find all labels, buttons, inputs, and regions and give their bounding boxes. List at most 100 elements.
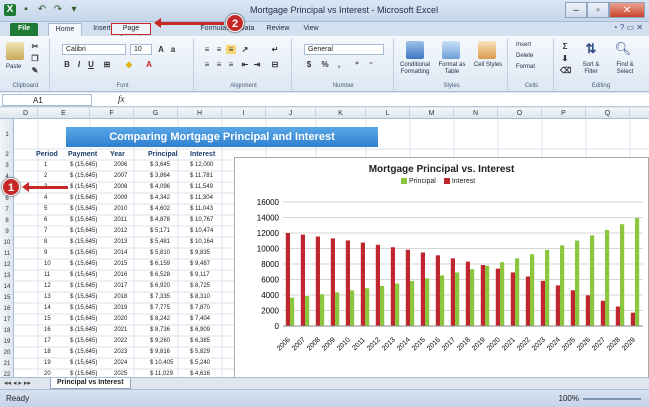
table-cell[interactable]: $ 4,342 [150, 195, 170, 201]
align-right-icon[interactable]: ≡ [226, 60, 236, 69]
bar-interest-2023[interactable] [540, 280, 545, 326]
row-header[interactable]: 3 [0, 161, 14, 172]
bold-icon[interactable]: B [62, 60, 72, 69]
table-cell[interactable]: $ (15,645) [70, 272, 97, 278]
bar-interest-2018[interactable] [465, 261, 470, 326]
undo-icon[interactable]: ↶ [36, 4, 48, 16]
conditional-formatting-button[interactable]: Conditional Formatting [396, 62, 434, 76]
bar-principal-2006[interactable] [290, 297, 295, 326]
bar-principal-2009[interactable] [335, 292, 340, 326]
format-as-table-icon[interactable] [442, 41, 460, 59]
sheet-nav-arrows-icon[interactable]: ◂◂ ◂ ▸ ▸▸ [4, 378, 31, 389]
tab-review[interactable]: Review [264, 23, 292, 36]
table-cell[interactable]: $ 8,725 [190, 283, 210, 289]
help-icon[interactable]: ◔ ? ▭ ✕ [613, 23, 643, 32]
cell-styles-button[interactable]: Cell Styles [472, 62, 504, 69]
bar-interest-2016[interactable] [435, 255, 440, 326]
decrease-indent-icon[interactable]: ⇤ [240, 60, 250, 69]
bar-principal-2017[interactable] [455, 272, 460, 326]
tab-home[interactable]: Home [48, 23, 82, 36]
row-header[interactable]: 20 [0, 348, 14, 359]
tab-file[interactable]: File [10, 23, 38, 36]
table-cell[interactable]: $ (15,645) [70, 206, 97, 212]
table-cell[interactable]: $ 4,878 [150, 217, 170, 223]
row-header[interactable]: 12 [0, 260, 14, 271]
table-cell[interactable]: $ 10,405 [150, 360, 173, 366]
table-cell[interactable]: 9 [44, 250, 47, 256]
table-cell[interactable]: 5 [44, 206, 47, 212]
table-header[interactable]: Payment [68, 151, 97, 158]
table-header[interactable]: Period [36, 151, 58, 158]
column-header[interactable]: I [222, 108, 266, 119]
bar-interest-2024[interactable] [555, 285, 560, 326]
bar-interest-2020[interactable] [495, 268, 500, 326]
copy-icon[interactable]: ❐ [30, 54, 40, 63]
bar-principal-2018[interactable] [470, 269, 475, 326]
tab-page-layout[interactable]: Page Layout [111, 23, 151, 42]
table-cell[interactable]: $ 9,835 [190, 250, 210, 256]
table-cell[interactable]: 11 [44, 272, 50, 278]
table-cell[interactable]: 12 [44, 283, 51, 289]
column-header[interactable]: J [266, 108, 316, 119]
bar-principal-2010[interactable] [350, 290, 355, 326]
table-cell[interactable]: $ 11,781 [190, 173, 213, 179]
orientation-icon[interactable]: ↗ [240, 45, 250, 54]
row-header[interactable]: 10 [0, 238, 14, 249]
sheet-banner[interactable]: Comparing Mortgage Principal and Interes… [66, 127, 378, 147]
row-header[interactable]: 15 [0, 293, 14, 304]
table-cell[interactable]: 4 [44, 195, 47, 201]
table-cell[interactable]: 2006 [114, 162, 127, 168]
table-cell[interactable]: 7 [44, 228, 47, 234]
table-cell[interactable]: $ 9,260 [150, 338, 170, 344]
table-cell[interactable]: 2016 [114, 272, 127, 278]
table-cell[interactable]: $ 10,474 [190, 228, 213, 234]
table-cell[interactable]: $ 10,767 [190, 217, 213, 223]
font-name-dropdown[interactable]: Calibri [62, 44, 126, 55]
minimize-icon[interactable]: – [565, 2, 587, 18]
chart-area[interactable]: Mortgage Principal vs. Interest Principa… [234, 157, 649, 383]
bar-principal-2013[interactable] [395, 283, 400, 326]
row-header[interactable]: 8 [0, 216, 14, 227]
table-cell[interactable]: $ (15,645) [70, 349, 97, 355]
column-header[interactable]: F [90, 108, 134, 119]
bar-interest-2025[interactable] [570, 290, 575, 326]
table-cell[interactable]: $ 9,487 [190, 261, 210, 267]
table-cell[interactable]: 2010 [114, 206, 127, 212]
table-cell[interactable]: $ 4,602 [150, 206, 170, 212]
align-center-icon[interactable]: ≡ [214, 60, 224, 69]
row-header[interactable]: 18 [0, 326, 14, 337]
number-format-dropdown[interactable]: General [304, 44, 384, 55]
bar-interest-2027[interactable] [600, 300, 605, 326]
underline-icon[interactable]: U [86, 60, 96, 69]
decrease-decimal-icon[interactable]: ⁻ [366, 60, 376, 69]
bar-interest-2006[interactable] [285, 233, 290, 326]
excel-logo-icon[interactable]: X [4, 4, 16, 16]
table-cell[interactable]: $ (15,645) [70, 294, 97, 300]
column-header[interactable]: O [498, 108, 542, 119]
bar-principal-2008[interactable] [320, 294, 325, 326]
table-cell[interactable]: $ (15,645) [70, 173, 97, 179]
table-cell[interactable]: $ 11,304 [190, 195, 213, 201]
bar-interest-2012[interactable] [375, 244, 380, 326]
font-color-icon[interactable]: A [144, 60, 154, 69]
table-cell[interactable]: $ 3,645 [150, 162, 170, 168]
table-cell[interactable]: $ (15,645) [70, 360, 97, 366]
grow-font-icon[interactable]: A [156, 45, 166, 54]
table-cell[interactable]: 2024 [114, 360, 127, 366]
column-header[interactable]: N [454, 108, 498, 119]
row-header[interactable]: 9 [0, 227, 14, 238]
bar-principal-2012[interactable] [380, 285, 385, 326]
align-left-icon[interactable]: ≡ [202, 60, 212, 69]
column-header[interactable]: H [178, 108, 222, 119]
column-header[interactable]: R [630, 108, 649, 119]
bar-principal-2015[interactable] [425, 278, 430, 326]
bar-principal-2007[interactable] [305, 296, 310, 326]
table-cell[interactable]: $ (15,645) [70, 250, 97, 256]
table-cell[interactable]: 1 [44, 162, 47, 168]
table-cell[interactable]: 8 [44, 239, 47, 245]
table-cell[interactable]: $ 3,864 [150, 173, 170, 179]
bar-interest-2015[interactable] [420, 252, 425, 326]
table-cell[interactable]: 2011 [114, 217, 127, 223]
table-cell[interactable]: $ 7,775 [150, 305, 170, 311]
table-cell[interactable]: $ (15,645) [70, 217, 97, 223]
